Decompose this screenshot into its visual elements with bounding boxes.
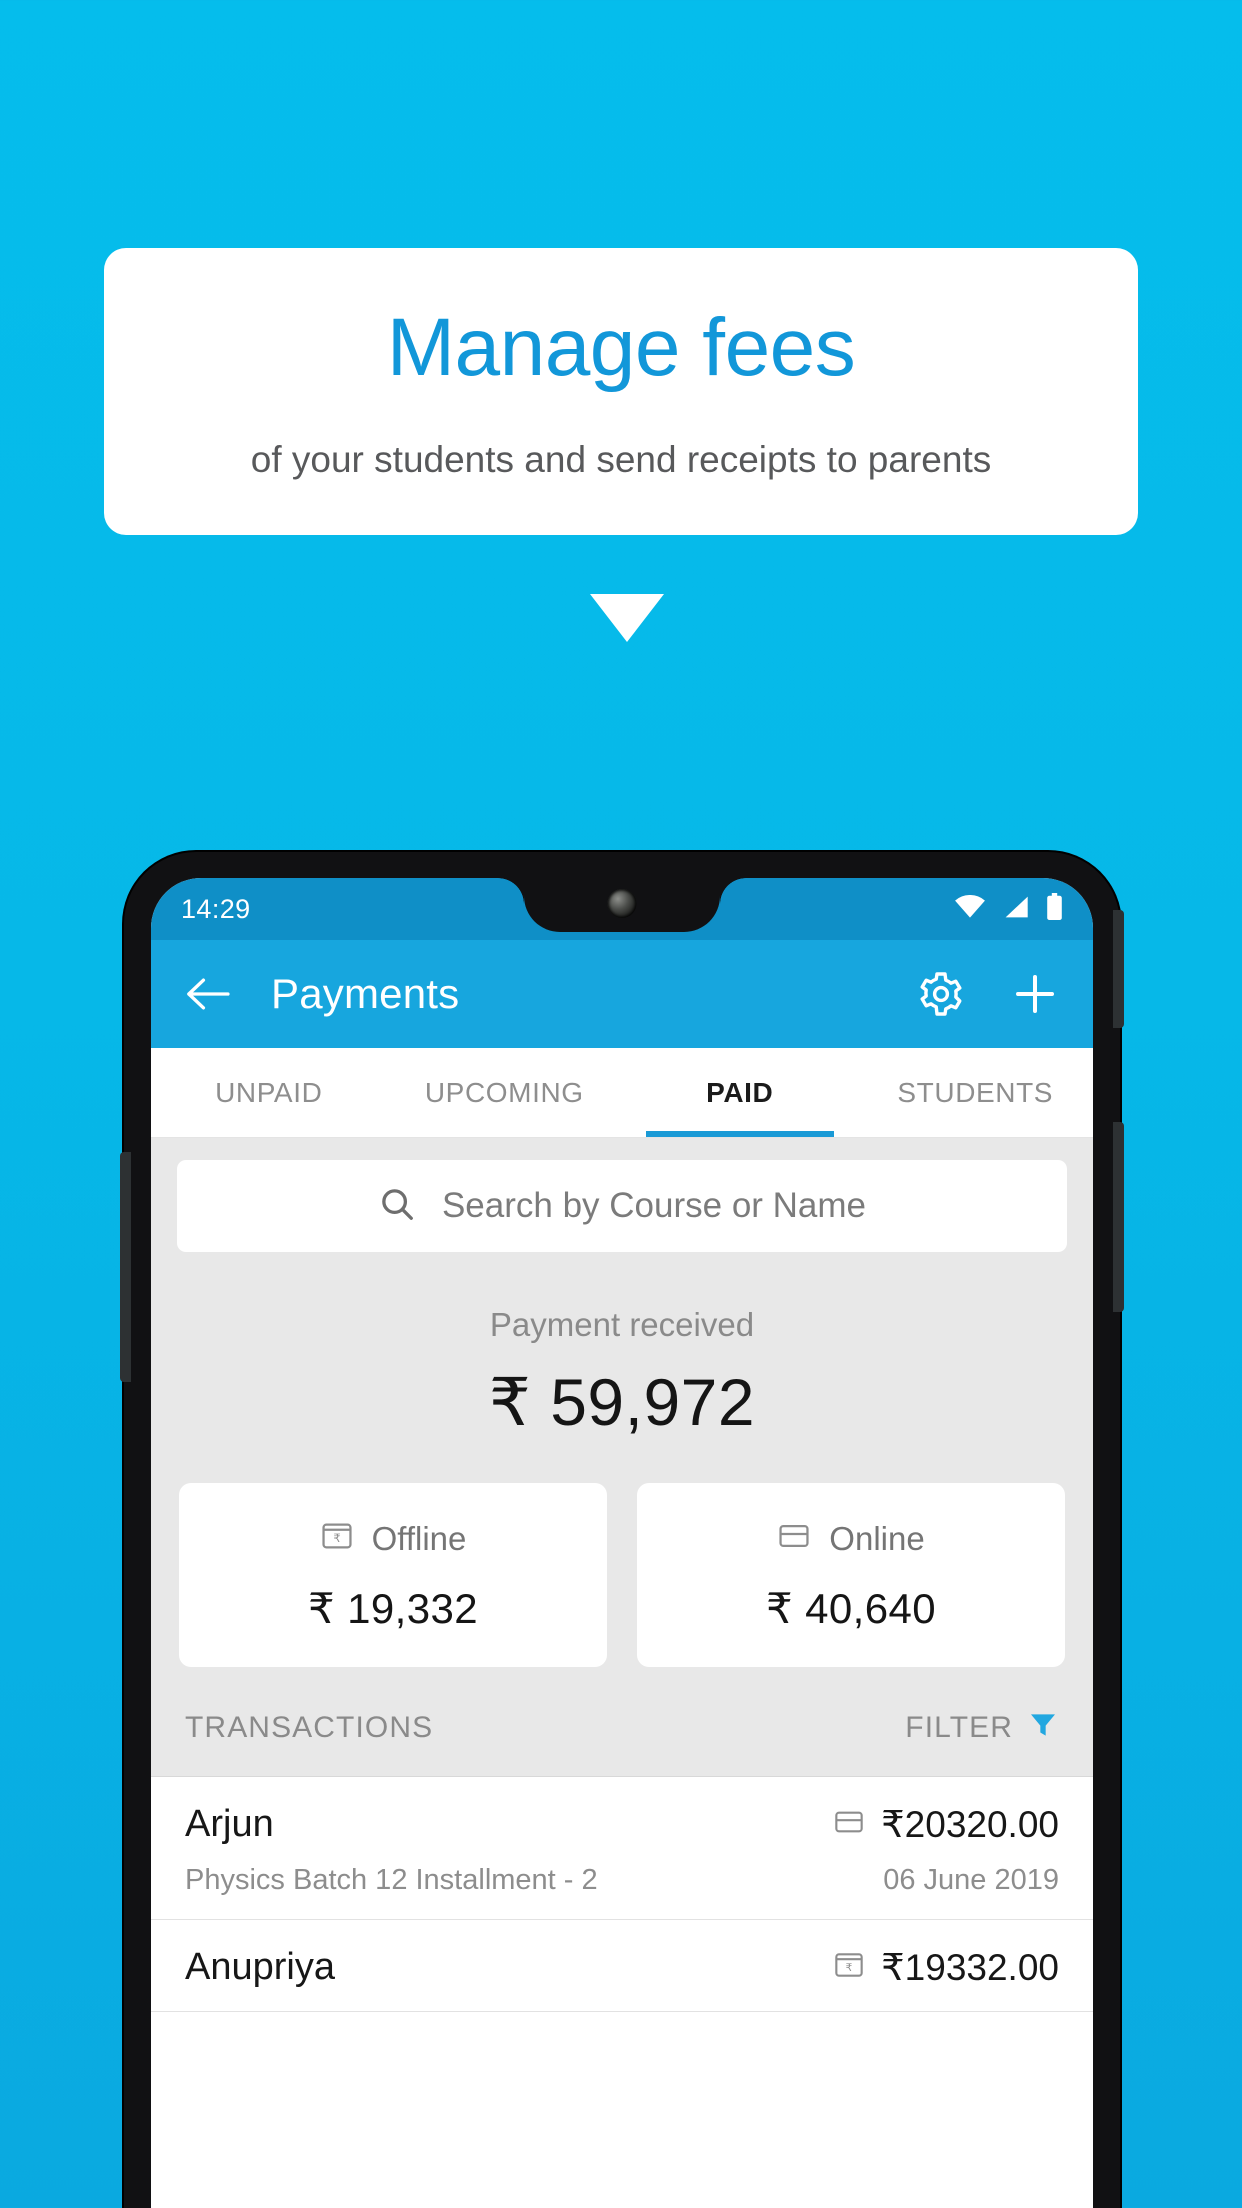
- online-card-amount: ₹ 40,640: [765, 1585, 937, 1632]
- transactions-header: TRANSACTIONS FILTER: [151, 1667, 1093, 1777]
- phone-notch: [524, 878, 720, 932]
- cash-note-icon: ₹: [833, 1949, 865, 1986]
- payment-received-amount: ₹ 59,972: [488, 1365, 756, 1439]
- search-input[interactable]: Search by Course or Name: [177, 1160, 1067, 1252]
- front-camera-icon: [607, 889, 637, 918]
- promo-callout-tail: [590, 594, 664, 642]
- tab-bar: UNPAID UPCOMING PAID STUDENTS: [151, 1048, 1093, 1138]
- svg-text:₹: ₹: [846, 1962, 853, 1974]
- cellular-signal-icon: [1003, 895, 1029, 924]
- credit-card-icon: [833, 1806, 865, 1843]
- tab-paid[interactable]: PAID: [622, 1048, 858, 1137]
- svg-text:₹: ₹: [333, 1533, 340, 1545]
- transaction-date: 06 June 2019: [883, 1864, 1059, 1896]
- status-bar: 14:29: [151, 878, 1093, 940]
- transaction-student-name: Arjun: [185, 1803, 274, 1845]
- transaction-description: Physics Batch 12 Installment - 2: [185, 1864, 598, 1896]
- online-payments-card[interactable]: Online ₹ 40,640: [637, 1483, 1065, 1667]
- transaction-amount: ₹19332.00: [881, 1947, 1059, 1988]
- table-row[interactable]: Anupriya ₹ ₹19332.00: [151, 1920, 1093, 2012]
- search-section: Search by Course or Name: [151, 1138, 1093, 1252]
- status-bar-clock: 14:29: [181, 893, 251, 924]
- promo-title: Manage fees: [386, 302, 856, 393]
- promo-callout-card: Manage fees of your students and send re…: [104, 248, 1138, 535]
- transaction-secondary-line: Physics Batch 12 Installment - 2 06 June…: [185, 1864, 1059, 1897]
- transaction-primary-line: Anupriya ₹ ₹19332.00: [185, 1946, 1059, 1989]
- gear-icon[interactable]: [917, 970, 965, 1018]
- page-title: Payments: [271, 970, 460, 1017]
- search-placeholder-text: Search by Course or Name: [441, 1186, 867, 1225]
- filter-button[interactable]: FILTER: [905, 1709, 1059, 1746]
- transaction-student-name: Anupriya: [185, 1946, 335, 1988]
- transaction-amount-group: ₹ ₹19332.00: [833, 1946, 1059, 1989]
- phone-side-button-right-upper[interactable]: [1113, 910, 1124, 1028]
- offline-card-label: Offline: [371, 1519, 467, 1557]
- offline-card-amount: ₹ 19,332: [307, 1585, 479, 1632]
- phone-side-button-left[interactable]: [120, 1152, 131, 1382]
- wifi-icon: [954, 894, 986, 924]
- payment-received-label: Payment received: [489, 1306, 755, 1343]
- transaction-primary-line: Arjun ₹20320.00: [185, 1803, 1059, 1846]
- promo-subtitle: of your students and send receipts to pa…: [250, 438, 992, 480]
- plus-icon[interactable]: [1011, 970, 1059, 1018]
- payment-summary: Payment received ₹ 59,972: [151, 1252, 1093, 1441]
- status-bar-icons: [954, 893, 1063, 925]
- tab-upcoming[interactable]: UPCOMING: [387, 1048, 623, 1137]
- filter-label: FILTER: [905, 1710, 1013, 1744]
- payments-content: Search by Course or Name Payment receive…: [151, 1138, 1093, 2012]
- cash-note-icon: ₹: [320, 1519, 354, 1558]
- phone-side-button-right-lower[interactable]: [1113, 1122, 1124, 1312]
- transaction-amount-group: ₹20320.00: [833, 1803, 1059, 1846]
- table-row[interactable]: Arjun ₹20320.00 Physics Batch 12 Install…: [151, 1777, 1093, 1920]
- app-bar: Payments: [151, 940, 1093, 1048]
- transaction-amount: ₹20320.00: [881, 1804, 1059, 1845]
- offline-payments-card[interactable]: ₹ Offline ₹ 19,332: [179, 1483, 607, 1667]
- credit-card-icon: [777, 1519, 811, 1558]
- transactions-list: Arjun ₹20320.00 Physics Batch 12 Install…: [151, 1777, 1093, 2012]
- phone-screen: 14:29 Payments UNPAID UPCOMING PAID STUD…: [151, 878, 1093, 2208]
- tab-students[interactable]: STUDENTS: [858, 1048, 1094, 1137]
- battery-icon: [1046, 893, 1063, 925]
- online-card-label: Online: [829, 1519, 925, 1557]
- transactions-label: TRANSACTIONS: [185, 1710, 434, 1744]
- online-card-header: Online: [637, 1519, 1065, 1558]
- funnel-icon: [1027, 1709, 1059, 1746]
- back-arrow-icon[interactable]: [185, 975, 231, 1013]
- payment-method-cards: ₹ Offline ₹ 19,332 Online ₹ 40,640: [151, 1441, 1093, 1667]
- search-icon: [378, 1185, 416, 1228]
- tab-unpaid[interactable]: UNPAID: [151, 1048, 387, 1137]
- phone-mockup: 14:29 Payments UNPAID UPCOMING PAID STUD…: [120, 852, 1124, 2208]
- offline-card-header: ₹ Offline: [179, 1519, 607, 1558]
